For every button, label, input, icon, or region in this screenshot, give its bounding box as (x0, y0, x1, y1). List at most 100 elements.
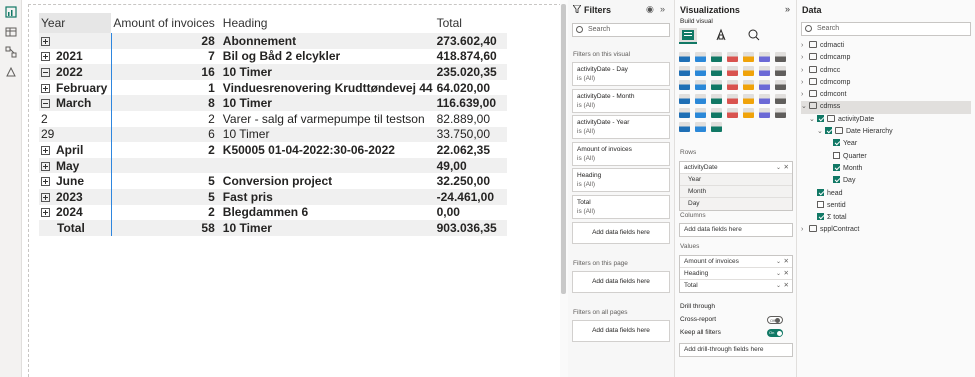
filter-card[interactable]: Total is (All) (572, 194, 670, 219)
visual-type-icon[interactable] (759, 66, 770, 76)
visual-type-icon[interactable] (727, 66, 738, 76)
field-checkbox[interactable] (817, 213, 824, 221)
matrix-row[interactable]: February 1 Vinduesrenovering Krudttøndevej… (39, 79, 507, 96)
matrix-row[interactable]: June 5 Conversion project 32.250,00 (39, 173, 507, 189)
field-checkbox[interactable] (825, 127, 832, 135)
filter-card[interactable]: activityDate - Day is (All) (572, 62, 670, 86)
data-search-input[interactable]: Search (801, 22, 971, 36)
visual-type-icon[interactable] (727, 94, 738, 104)
visual-type-icon[interactable] (711, 80, 722, 90)
chevron-icon[interactable]: › (801, 224, 809, 236)
data-tree-item[interactable]: › cdmcc (801, 65, 971, 77)
matrix-row[interactable]: May 49,00 (39, 157, 507, 174)
data-tree-item[interactable]: › cdmcont (801, 89, 971, 101)
data-tree-item[interactable]: Day (801, 175, 971, 187)
data-tree-item[interactable]: › cdmacti (801, 40, 971, 52)
data-tree-item[interactable]: Year (801, 138, 971, 150)
visual-type-icon[interactable] (743, 52, 754, 62)
matrix-row[interactable]: 29 6 10 Timer 33.750,00 (39, 126, 507, 143)
data-tree-item[interactable]: › spplContract (801, 224, 971, 236)
filters-search-input[interactable]: Search (572, 23, 670, 37)
values-well[interactable]: Amount of invoices ⌄ ✕ Heading ⌄ ✕ Total ⌄ ✕ (679, 255, 793, 293)
row-header-cell[interactable] (39, 33, 112, 49)
matrix-visual[interactable]: Year Amount of invoices Heading Total 28… (28, 4, 562, 377)
visual-type-icon[interactable] (743, 94, 754, 104)
visual-type-icon[interactable] (743, 66, 754, 76)
visual-type-icon[interactable] (695, 66, 706, 76)
add-page-filter-field[interactable]: Add data fields here (572, 271, 670, 293)
row-header-cell[interactable]: 2023 (39, 188, 112, 205)
visual-type-icon[interactable] (743, 108, 754, 118)
field-checkbox[interactable] (817, 200, 824, 208)
canvas-scroll-thumb[interactable] (561, 4, 566, 294)
row-header-cell[interactable]: 2021 (39, 48, 112, 65)
collapse-icon[interactable] (41, 99, 50, 109)
visual-type-icon[interactable] (759, 80, 770, 90)
filter-card[interactable]: Heading is (All) (572, 168, 670, 192)
chevron-icon[interactable]: › (801, 89, 809, 101)
total-row[interactable]: Total 58 10 Timer 903.036,35 (39, 220, 507, 236)
chevron-down-icon[interactable]: ⌄ (776, 256, 781, 268)
data-tree-item[interactable]: ⌄ cdmss (801, 101, 971, 114)
visual-type-icon[interactable] (775, 108, 786, 118)
visual-type-icon[interactable] (711, 122, 722, 132)
chevron-icon[interactable]: › (801, 65, 809, 77)
add-visual-filter-field[interactable]: Add data fields here (572, 222, 670, 244)
chevron-icon[interactable]: › (801, 40, 809, 52)
visual-type-icon[interactable] (695, 108, 706, 118)
visual-type-icon[interactable] (711, 108, 722, 118)
expand-icon[interactable] (41, 145, 50, 155)
expand-icon[interactable] (41, 192, 50, 202)
filter-card[interactable]: activityDate - Month is (All) (572, 88, 670, 113)
expand-icon[interactable] (41, 161, 50, 171)
field-checkbox[interactable] (833, 139, 840, 147)
visual-type-icon[interactable] (727, 80, 738, 90)
row-header-cell[interactable]: 2024 (39, 204, 112, 221)
visual-type-icon[interactable] (695, 80, 706, 90)
visual-type-icon[interactable] (679, 52, 690, 62)
close-icon[interactable]: ✕ (784, 268, 789, 280)
chevron-icon[interactable]: › (801, 77, 809, 89)
matrix-row[interactable]: 28 Abonnement 273.602,40 (39, 33, 507, 49)
header-amount[interactable]: Amount of invoices (111, 13, 216, 33)
field-checkbox[interactable] (833, 151, 840, 159)
data-tree-item[interactable]: › cdmcamp (801, 52, 971, 64)
collapse-icon[interactable] (41, 67, 50, 77)
collapse-filters-icon[interactable]: » (660, 4, 665, 14)
data-tree-item[interactable]: head (801, 188, 971, 200)
chevron-icon[interactable]: ⌄ (801, 101, 809, 113)
data-tree-item[interactable]: ⌄ activityDate (801, 114, 971, 126)
visual-type-icon[interactable] (679, 66, 690, 76)
visual-type-icon[interactable] (775, 66, 786, 76)
visual-type-icon[interactable] (695, 52, 706, 62)
chevron-down-icon[interactable]: ⌄ (776, 280, 781, 292)
table-view-icon[interactable] (5, 26, 17, 38)
chevron-down-icon[interactable]: ⌄ (776, 162, 781, 174)
cross-report-toggle[interactable]: Off (767, 316, 783, 324)
field-checkbox[interactable] (817, 188, 824, 196)
matrix-row[interactable]: 2021 7 Bil og Båd 2 elcykler 418.874,60 (39, 48, 507, 65)
visual-type-icon[interactable] (775, 52, 786, 62)
data-tree-item[interactable]: Month (801, 163, 971, 175)
row-header-cell[interactable]: 2022 (39, 64, 112, 80)
header-year[interactable]: Year (39, 13, 112, 33)
visual-type-icon[interactable] (711, 94, 722, 104)
rows-sub-day[interactable]: Day (680, 198, 792, 210)
visual-type-icon[interactable] (679, 122, 690, 132)
format-visual-tab[interactable] (712, 28, 730, 44)
build-visual-tab[interactable] (679, 28, 697, 44)
close-icon[interactable]: ✕ (784, 256, 789, 268)
collapse-data-icon[interactable]: » (785, 4, 790, 14)
field-checkbox[interactable] (817, 114, 824, 122)
data-tree-item[interactable]: ⌄ Date Hierarchy (801, 126, 971, 138)
data-tree-item[interactable]: sentid (801, 200, 971, 212)
visual-type-icon[interactable] (695, 122, 706, 132)
expand-icon[interactable] (41, 36, 50, 46)
chevron-icon[interactable]: › (801, 52, 809, 64)
row-header-cell[interactable]: April (39, 142, 112, 158)
row-header-cell[interactable]: May (39, 157, 112, 174)
close-icon[interactable]: ✕ (784, 162, 789, 174)
field-checkbox[interactable] (833, 176, 840, 184)
matrix-row[interactable]: 2023 5 Fast pris -24.461,00 (39, 188, 507, 205)
model-view-icon[interactable] (5, 46, 17, 58)
